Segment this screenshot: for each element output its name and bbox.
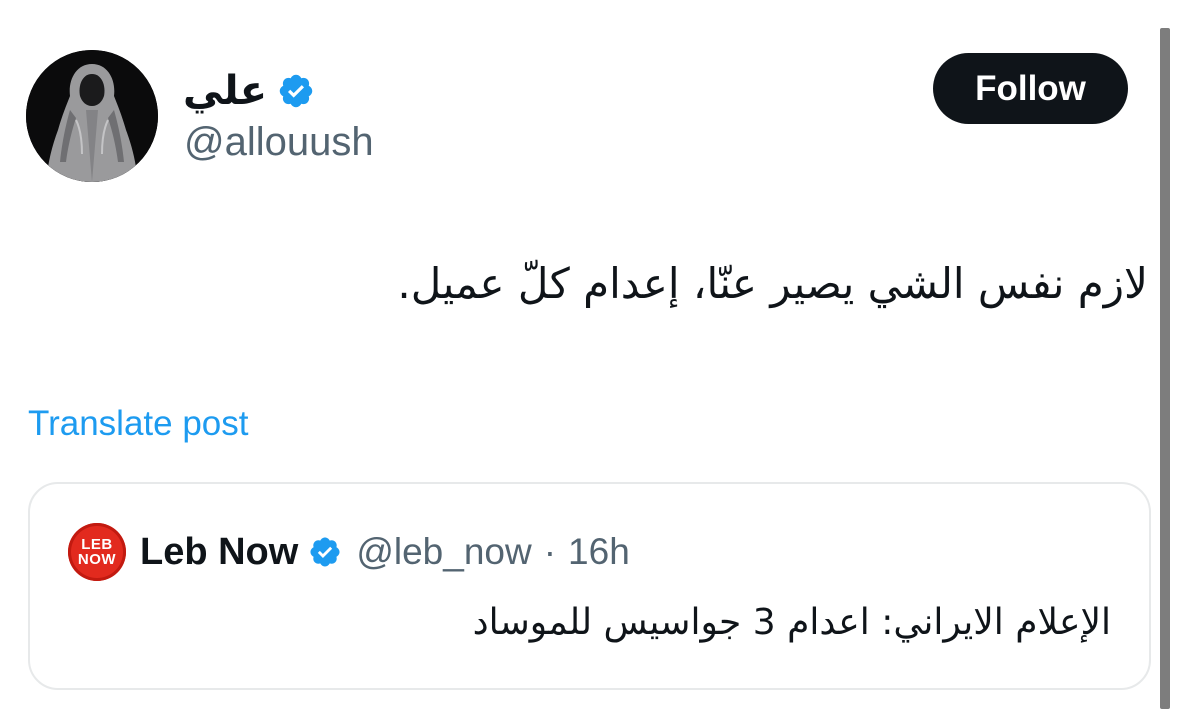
quoted-author-name[interactable]: Leb Now: [140, 531, 298, 574]
author-avatar[interactable]: [26, 50, 158, 182]
quoted-timestamp[interactable]: 16h: [568, 531, 630, 573]
follow-button[interactable]: Follow: [933, 53, 1128, 124]
leb-now-avatar[interactable]: LEB NOW: [68, 523, 126, 581]
scrollbar[interactable]: [1160, 28, 1170, 709]
author-handle[interactable]: @allouush: [184, 120, 374, 165]
quoted-separator-dot: ·: [543, 531, 557, 572]
tweet-page: علي @allouush Follow لازم نفس الشي يصير …: [0, 0, 1178, 709]
quoted-tweet-header: LEB NOW Leb Now @leb_now · 16h: [68, 523, 630, 581]
quoted-author-handle[interactable]: @leb_now: [356, 531, 531, 573]
hooded-figure-icon: [26, 50, 158, 182]
quoted-verified-badge-icon[interactable]: [308, 535, 342, 569]
quoted-tweet-card[interactable]: LEB NOW Leb Now @leb_now · 16h الإعلام ا…: [28, 482, 1151, 690]
quoted-tweet-text: الإعلام الايراني: اعدام 3 جواسيس للموساد: [472, 602, 1111, 643]
tweet-text: لازم نفس الشي يصير عنّا، إعدام كلّ عميل.: [397, 259, 1148, 308]
author-display-name[interactable]: علي: [183, 68, 267, 114]
author-name-row: علي: [183, 62, 315, 120]
leb-now-logo-bottom: NOW: [77, 551, 117, 568]
leb-now-logo-top: LEB: [81, 536, 113, 553]
verified-badge-icon[interactable]: [277, 72, 315, 110]
translate-post-link[interactable]: Translate post: [28, 404, 248, 444]
